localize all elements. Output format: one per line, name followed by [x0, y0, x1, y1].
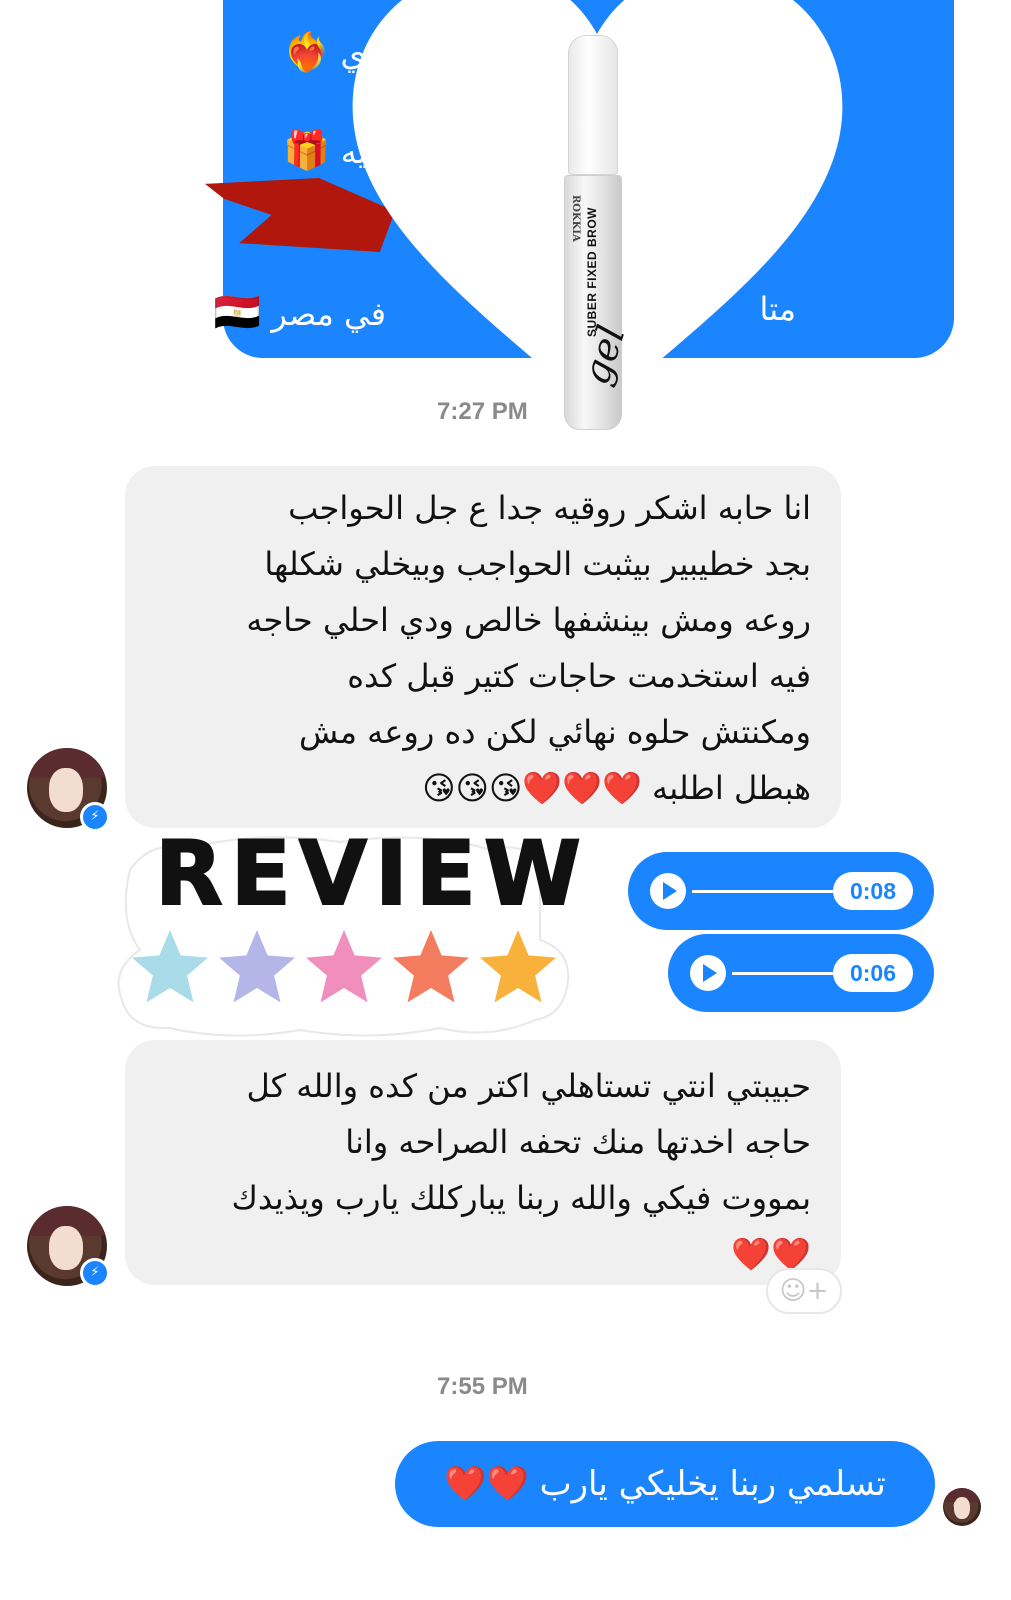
play-icon[interactable]: [650, 873, 686, 909]
gift-emoji: 🎁: [283, 128, 331, 172]
product-name: SUBER FIXED BROW: [585, 207, 599, 338]
voice-duration: 0:08: [833, 872, 913, 910]
received-message-bubble[interactable]: انا حابه اشكر روقيه جدا ع جل الحواجب بجد…: [125, 466, 841, 828]
sent-message-bubble[interactable]: تسلمي ربنا يخليكي يارب ❤️❤️: [395, 1441, 935, 1527]
seen-avatar: [943, 1488, 981, 1526]
egypt-flag-emoji: 🇪🇬: [213, 290, 262, 334]
play-icon[interactable]: [690, 955, 726, 991]
voice-message[interactable]: 0:06: [668, 934, 934, 1012]
messenger-icon: ⚡: [80, 802, 110, 832]
heart-on-fire-emoji: ❤️‍🔥: [283, 30, 331, 74]
product-brand: ROKKIA: [570, 195, 581, 242]
messenger-icon: ⚡: [80, 1258, 110, 1288]
received-message-bubble[interactable]: حبيبتي انتي تستاهلي اكتر من كده والله كل…: [125, 1040, 841, 1285]
voice-message[interactable]: 0:08: [628, 852, 934, 930]
timestamp: 7:55 PM: [437, 1373, 528, 1400]
brow-gel-product-image: ROKKIA SUBER FIXED BROW gel: [562, 35, 634, 430]
timestamp: 7:27 PM: [437, 398, 528, 425]
review-sticker-text: REVIEW: [154, 821, 589, 926]
add-reaction-icon[interactable]: ☺+: [766, 1268, 842, 1314]
voice-duration: 0:06: [833, 954, 913, 992]
